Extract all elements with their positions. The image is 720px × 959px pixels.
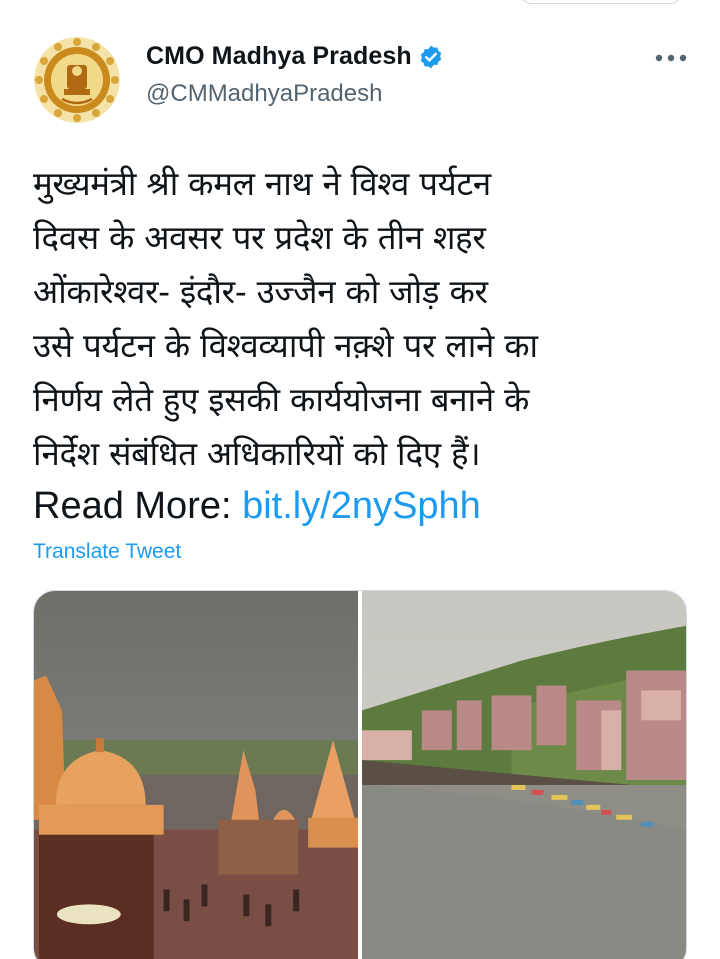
verified-badge-icon <box>418 44 444 70</box>
madhya-pradesh-emblem-icon <box>34 37 120 123</box>
tweet-text-line: मुख्यमंत्री श्री कमल नाथ ने विश्व पर्यटन <box>33 164 491 203</box>
tweet-link[interactable]: bit.ly/2nySphh <box>242 485 481 527</box>
river-town-photo[interactable] <box>362 591 686 959</box>
name-row: CMO Madhya Pradesh <box>146 42 444 71</box>
tweet-text-line: दिवस के अवसर पर प्रदेश के तीन शहर <box>33 218 486 257</box>
display-name[interactable]: CMO Madhya Pradesh <box>146 42 412 71</box>
translate-tweet-link[interactable]: Translate Tweet <box>33 540 181 564</box>
temple-ghat-photo[interactable] <box>34 591 358 959</box>
read-more-line: Read More: bit.ly/2nySphh <box>33 479 698 533</box>
account-handle[interactable]: @CMMadhyaPradesh <box>146 80 382 108</box>
avatar[interactable] <box>34 37 120 123</box>
tweet-header: CMO Madhya Pradesh @CMMadhyaPradesh <box>0 0 720 140</box>
tweet-text-line: ओंकारेश्वर- इंदौर- उज्जैन को जोड़ कर <box>33 272 488 311</box>
read-more-label: Read More: <box>33 485 232 527</box>
more-options-button[interactable] <box>648 40 694 76</box>
more-options-icon <box>655 54 687 62</box>
tweet-text-line: निर्देश संबंधित अधिकारियों को दिए हैं। <box>33 434 481 473</box>
media-grid <box>33 590 687 959</box>
tweet-text-line: उसे पर्यटन के विश्वव्यापी नक़्शे पर लाने… <box>33 326 538 365</box>
tweet-text-line: निर्णय लेते हुए इसकी कार्ययोजना बनाने के <box>33 380 530 419</box>
tweet-text: मुख्यमंत्री श्री कमल नाथ ने विश्व पर्यटन… <box>33 157 698 481</box>
